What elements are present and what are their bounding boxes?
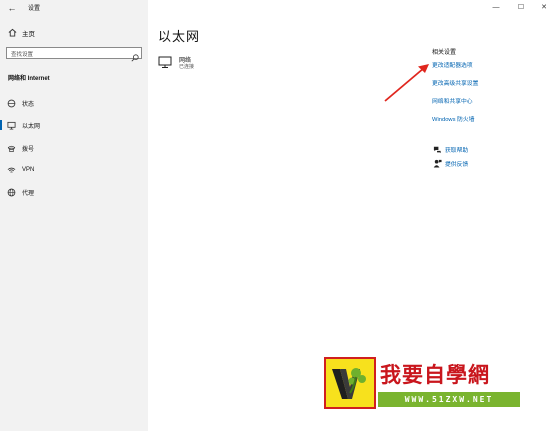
home-nav-item[interactable]: 主页 bbox=[8, 27, 35, 39]
watermark: 我要自學網 WWW.51ZXW.NET bbox=[322, 357, 522, 411]
active-indicator bbox=[0, 120, 2, 130]
sidebar-item-label: 状态 bbox=[22, 101, 35, 108]
active-indicator bbox=[0, 165, 2, 175]
monitor-network-icon bbox=[158, 56, 173, 69]
close-button[interactable]: ✕ bbox=[532, 0, 554, 14]
page-title: 以太网 bbox=[158, 29, 201, 44]
home-icon bbox=[8, 28, 18, 39]
search-input[interactable]: 查找设置 bbox=[6, 47, 142, 62]
watermark-url: WWW.51ZXW.NET bbox=[378, 392, 520, 407]
sidebar-item-label: VPN bbox=[22, 167, 35, 173]
sidebar-item-vpn[interactable]: VPN bbox=[0, 163, 148, 177]
sidebar-item-ethernet[interactable]: 以太网 bbox=[0, 118, 148, 132]
sidebar-item-dialup[interactable]: 拨号 bbox=[0, 141, 148, 155]
search-placeholder: 查找设置 bbox=[11, 52, 34, 58]
sidebar-item-label: 代理 bbox=[22, 190, 35, 197]
sidebar: ← 设置 主页 查找设置 网络和 Internet 状态 以太网 拨号 VPN … bbox=[0, 0, 148, 431]
give-feedback-link[interactable]: 提供反馈 bbox=[432, 158, 468, 168]
section-title: 网络和 Internet bbox=[8, 76, 50, 82]
change-advanced-sharing-link[interactable]: 更改高级共享设置 bbox=[432, 78, 478, 87]
get-help-link[interactable]: 获取帮助 bbox=[432, 144, 468, 154]
watermark-logo-icon bbox=[324, 357, 376, 409]
back-arrow-icon[interactable]: ← bbox=[6, 2, 18, 14]
vpn-icon bbox=[7, 166, 16, 175]
dialup-icon bbox=[7, 144, 16, 153]
help-chat-icon bbox=[432, 144, 442, 154]
active-indicator bbox=[0, 187, 2, 197]
home-label: 主页 bbox=[22, 31, 35, 38]
proxy-icon bbox=[7, 188, 16, 197]
active-indicator bbox=[0, 143, 2, 153]
sidebar-item-label: 拨号 bbox=[22, 146, 35, 153]
annotation-arrow bbox=[384, 64, 429, 102]
active-indicator bbox=[0, 98, 2, 108]
feedback-person-icon bbox=[432, 158, 442, 168]
get-help-label: 获取帮助 bbox=[445, 147, 469, 154]
network-item[interactable]: 网络 已连接 bbox=[158, 54, 278, 72]
status-icon bbox=[7, 99, 16, 108]
title-bar: ← 设置 bbox=[0, 0, 148, 16]
sidebar-item-proxy[interactable]: 代理 bbox=[0, 185, 148, 199]
sidebar-item-label: 以太网 bbox=[22, 123, 41, 130]
app-title: 设置 bbox=[28, 6, 41, 12]
network-status: 已连接 bbox=[179, 64, 195, 70]
sidebar-item-status[interactable]: 状态 bbox=[0, 96, 148, 110]
related-settings-title: 相关设置 bbox=[432, 50, 457, 56]
network-sharing-center-link[interactable]: 网络和共享中心 bbox=[432, 96, 473, 105]
give-feedback-label: 提供反馈 bbox=[445, 161, 469, 168]
maximize-button[interactable]: ☐ bbox=[509, 0, 533, 14]
change-adapter-options-link[interactable]: 更改适配器选项 bbox=[432, 60, 473, 69]
minimize-button[interactable]: — bbox=[484, 0, 508, 14]
search-icon[interactable] bbox=[131, 49, 139, 62]
ethernet-icon bbox=[7, 121, 16, 130]
watermark-text: 我要自學網 bbox=[380, 362, 490, 387]
windows-firewall-link[interactable]: Windows 防火墙 bbox=[432, 114, 475, 123]
